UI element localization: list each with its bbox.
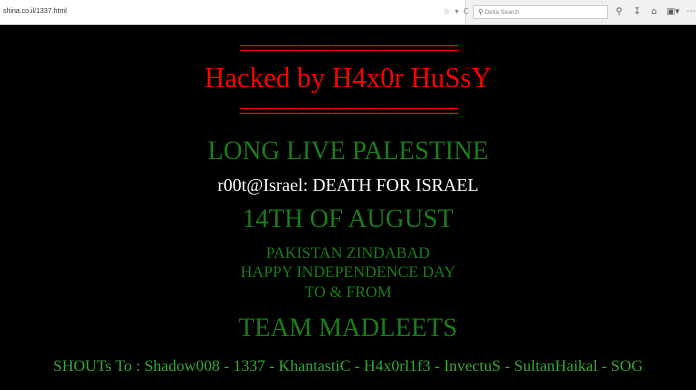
date-heading: 14TH OF AUGUST xyxy=(242,204,454,233)
address-bar-actions[interactable]: ☆ ▾ C xyxy=(443,0,470,24)
bottom-divider: =================== xyxy=(238,99,459,125)
search-engine-icon: ⚲ xyxy=(478,9,484,16)
text-line-3: TO & FROM xyxy=(304,284,392,301)
search-box[interactable]: ⚲ Delta Search xyxy=(473,5,608,19)
search-placeholder: Delta Search xyxy=(484,10,520,16)
overflow-menu-icon[interactable]: ⋯ xyxy=(686,5,696,19)
message: r00t@Israel: DEATH FOR ISRAEL xyxy=(217,175,479,195)
shouts-line: SHOUTs To : Shadow008 - 1337 - Khantasti… xyxy=(53,358,643,375)
text-line-2: HAPPY INDEPENDENCE DAY xyxy=(240,264,456,281)
download-icon[interactable]: ↧ xyxy=(630,5,644,19)
home-icon[interactable]: ⌂ xyxy=(647,5,661,19)
sidebar-menu-icon[interactable]: ▣▾ xyxy=(664,5,682,19)
team-heading: TEAM MADLEETS xyxy=(238,313,458,342)
search-button-icon[interactable]: ⚲ xyxy=(612,5,626,19)
slogan: LONG LIVE PALESTINE xyxy=(207,136,489,165)
url-text: shina.co.il/1337.html xyxy=(3,8,67,15)
browser-toolbar: shina.co.il/1337.html ☆ ▾ C ⚲ Delta Sear… xyxy=(0,0,696,25)
page-title: Hacked by H4x0r HuSsY xyxy=(204,63,492,94)
text-line-1: PAKISTAN ZINDABAD xyxy=(266,245,430,262)
top-divider: =================== xyxy=(238,36,459,62)
defaced-page: =================== Hacked by H4x0r HuSs… xyxy=(0,25,696,390)
address-bar[interactable]: shina.co.il/1337.html xyxy=(0,0,466,24)
